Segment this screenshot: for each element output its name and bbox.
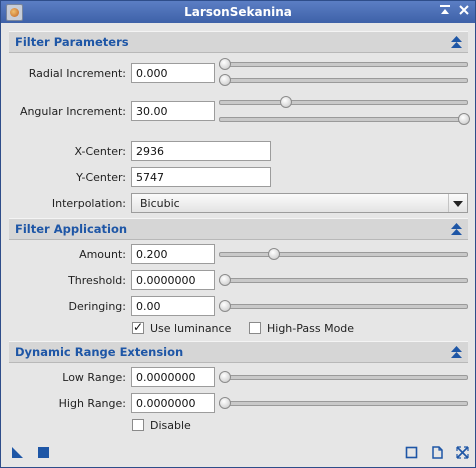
y-center-label: Y-Center: <box>76 171 126 184</box>
threshold-slider[interactable] <box>219 274 468 286</box>
documentation-icon[interactable] <box>431 446 444 459</box>
low-range-slider[interactable] <box>219 371 468 383</box>
slider-handle[interactable] <box>219 397 231 409</box>
close-icon[interactable] <box>456 4 472 20</box>
interpolation-select[interactable]: Bicubic <box>131 193 468 213</box>
use-luminance-label[interactable]: Use luminance <box>150 322 231 335</box>
section-title: Dynamic Range Extension <box>15 345 184 359</box>
section-dynamic-range[interactable]: Dynamic Range Extension <box>9 341 468 363</box>
deringing-slider[interactable] <box>219 300 468 312</box>
section-filter-application[interactable]: Filter Application <box>9 218 468 240</box>
disable-label[interactable]: Disable <box>150 419 191 432</box>
collapse-section-icon[interactable] <box>451 36 462 48</box>
amount-label: Amount: <box>79 248 126 261</box>
high-range-slider[interactable] <box>219 397 468 409</box>
interpolation-value: Bicubic <box>140 197 180 210</box>
section-title: Filter Application <box>15 222 128 236</box>
deringing-label: Deringing: <box>68 300 127 313</box>
apply-icon[interactable] <box>37 446 50 459</box>
threshold-input[interactable] <box>131 270 215 290</box>
angular-increment-label: Angular Increment: <box>19 105 126 118</box>
interpolation-label: Interpolation: <box>51 197 126 210</box>
radial-increment-label: Radial Increment: <box>28 67 126 80</box>
reset-icon[interactable] <box>456 446 469 459</box>
slider-handle[interactable] <box>268 248 280 260</box>
collapse-section-icon[interactable] <box>451 346 462 358</box>
slider-handle[interactable] <box>219 300 231 312</box>
high-pass-mode-label[interactable]: High-Pass Mode <box>267 322 354 335</box>
section-title: Filter Parameters <box>15 35 129 49</box>
chevron-down-icon[interactable] <box>448 194 467 212</box>
angular-increment-fine-slider[interactable] <box>219 113 470 125</box>
x-center-label: X-Center: <box>74 145 127 158</box>
threshold-label: Threshold: <box>68 274 126 287</box>
slider-handle[interactable] <box>219 74 231 86</box>
slider-handle[interactable] <box>219 371 231 383</box>
amount-slider[interactable] <box>219 248 468 260</box>
radial-increment-fine-slider[interactable] <box>219 74 468 86</box>
use-luminance-checkbox[interactable]: ✓ <box>132 320 144 334</box>
section-filter-parameters[interactable]: Filter Parameters <box>9 31 468 53</box>
new-instance-icon[interactable] <box>11 446 24 459</box>
checkmark-icon: ✓ <box>133 320 144 334</box>
high-pass-mode-checkbox[interactable] <box>249 322 261 334</box>
angular-increment-input[interactable] <box>131 101 215 121</box>
window-title: LarsonSekanina <box>184 5 292 19</box>
radial-increment-input[interactable] <box>131 63 215 83</box>
slider-handle[interactable] <box>458 113 470 125</box>
title-bar[interactable]: LarsonSekanina <box>1 1 475 23</box>
slider-handle[interactable] <box>280 96 292 108</box>
disable-checkbox[interactable] <box>132 419 144 431</box>
y-center-input[interactable] <box>131 167 271 187</box>
slider-handle[interactable] <box>219 58 231 70</box>
angular-increment-slider[interactable] <box>219 96 468 108</box>
radial-increment-slider[interactable] <box>219 58 468 70</box>
collapse-section-icon[interactable] <box>451 223 462 235</box>
x-center-input[interactable] <box>131 141 271 161</box>
slider-handle[interactable] <box>219 274 231 286</box>
shade-icon[interactable] <box>437 4 453 20</box>
preview-icon[interactable] <box>405 446 418 459</box>
amount-input[interactable] <box>131 244 215 264</box>
deringing-input[interactable] <box>131 296 215 316</box>
low-range-input[interactable] <box>131 367 215 387</box>
high-range-input[interactable] <box>131 393 215 413</box>
high-range-label: High Range: <box>58 397 126 410</box>
low-range-label: Low Range: <box>62 371 126 384</box>
larsonsekanina-window: LarsonSekanina Filter Parameters Radial … <box>0 0 476 468</box>
